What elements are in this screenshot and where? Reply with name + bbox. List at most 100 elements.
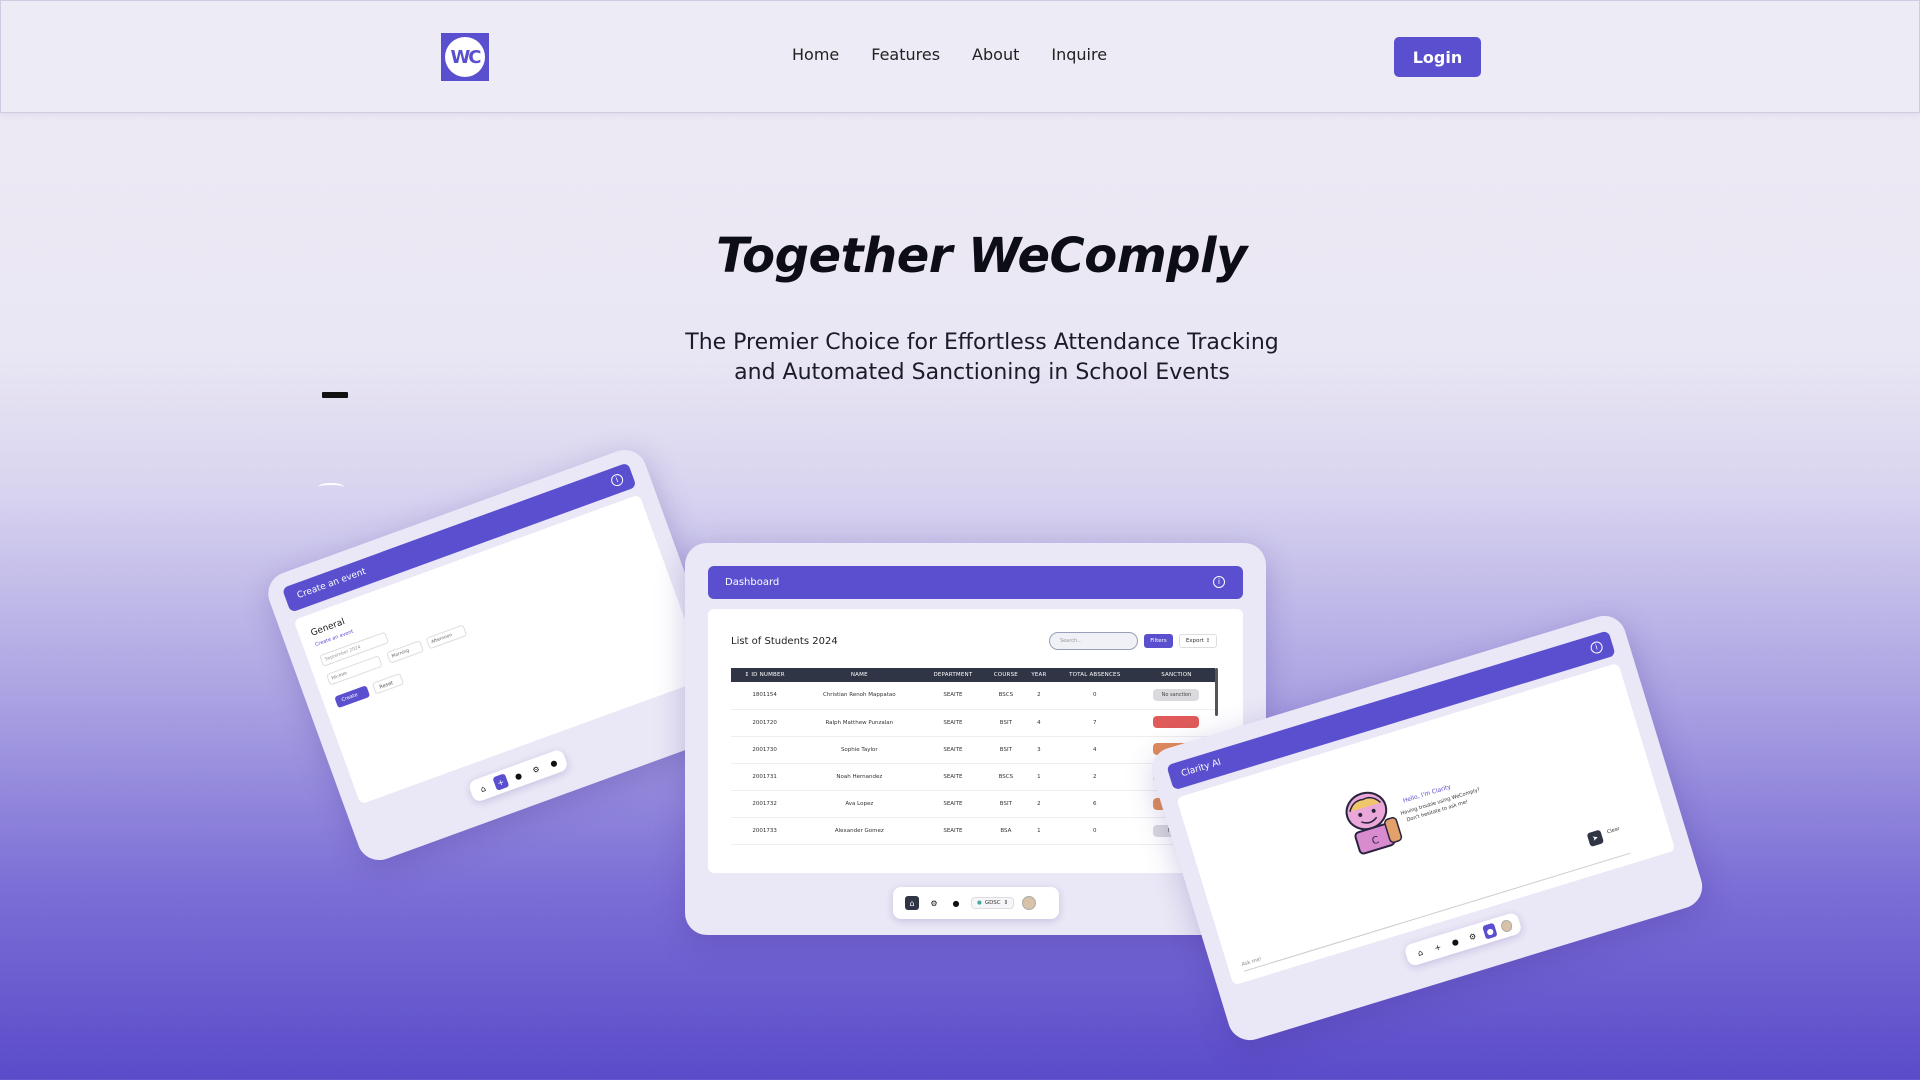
gear-icon[interactable]: ⚙ xyxy=(927,896,941,910)
search-input[interactable]: Search... xyxy=(1049,632,1138,650)
org-selector[interactable]: ● GDSC ⇕ xyxy=(971,897,1015,909)
table-cell-id: 2001732 xyxy=(731,790,799,818)
home-icon[interactable]: ⌂ xyxy=(905,896,919,910)
login-button[interactable]: Login xyxy=(1394,37,1481,77)
org-icon: ● xyxy=(977,900,982,906)
nav-links: Home Features About Inquire xyxy=(792,45,1107,64)
table-cell-year: 2 xyxy=(1026,682,1052,710)
nav-link-inquire[interactable]: Inquire xyxy=(1051,45,1107,64)
table-row[interactable]: 2001720 Ralph Matthew Punzalan SEAITE BSIT 4… xyxy=(731,709,1215,737)
table-cell-course: BSCS xyxy=(985,682,1027,710)
table-cell-course: BSIT xyxy=(985,736,1027,764)
table-cell-absences: 0 xyxy=(1051,817,1138,845)
dashboard-header: Dashboard i xyxy=(708,566,1243,599)
table-cell-name: Ava Lopez xyxy=(798,790,921,818)
table-cell-dept: SEAITE xyxy=(920,763,986,791)
table-row[interactable]: 2001733Alexander GomezSEAITEBSA10No san xyxy=(731,817,1215,845)
org-label: GDSC xyxy=(984,900,1001,906)
column-header[interactable]: ↕ ID NUMBER xyxy=(731,668,799,682)
students-table: ↕ ID NUMBER NAME DEPARTMENT COURSE YEAR … xyxy=(731,668,1215,845)
export-button[interactable]: Export ⇪ xyxy=(1179,634,1217,648)
morning-chip[interactable]: Morning xyxy=(386,640,425,664)
chevron-updown-icon: ⇕ xyxy=(1003,900,1009,906)
table-cell-course: BSCS xyxy=(985,763,1027,791)
table-row[interactable]: 2001730 Sophie Taylor SEAITE BSIT 3 4 xyxy=(731,736,1215,764)
afternoon-chip[interactable]: Afternoon xyxy=(425,624,468,650)
add-icon[interactable]: + xyxy=(492,773,510,791)
table-cell-sanction xyxy=(1137,709,1215,737)
users-icon[interactable]: ● xyxy=(1447,933,1463,950)
gear-icon[interactable]: ⚙ xyxy=(528,761,545,779)
table-cell-course: BSIT xyxy=(985,709,1027,737)
info-icon[interactable]: i xyxy=(609,472,625,488)
table-cell-id: 2001720 xyxy=(731,709,799,737)
avatar[interactable] xyxy=(1022,896,1037,910)
column-header[interactable]: NAME xyxy=(798,668,921,682)
gear-icon[interactable]: ⚙ xyxy=(1465,928,1481,945)
export-icon: ⇪ xyxy=(1205,638,1211,644)
table-cell-sanction: No sanction xyxy=(1137,682,1215,710)
sanction-badge[interactable]: No sanction xyxy=(1153,689,1200,702)
students-table-wrap: ↕ ID NUMBER NAME DEPARTMENT COURSE YEAR … xyxy=(731,668,1221,868)
sanction-badge[interactable] xyxy=(1153,715,1200,728)
add-icon[interactable]: + xyxy=(1430,939,1446,956)
column-header[interactable]: DEPARTMENT xyxy=(920,668,986,682)
users-icon[interactable]: ● xyxy=(510,767,527,785)
students-table-body: 1801154 Christian Renoh Mappatao SEAITE BSC… xyxy=(731,682,1215,845)
navbar: WC Home Features About Inquire Login xyxy=(0,0,1920,113)
table-cell-id: 2001731 xyxy=(731,763,799,791)
home-icon[interactable]: ⌂ xyxy=(1412,944,1428,961)
reset-button[interactable]: Reset xyxy=(371,672,405,695)
table-cell-absences: 2 xyxy=(1051,763,1138,791)
avatar[interactable] xyxy=(1499,918,1514,934)
table-cell-year: 1 xyxy=(1026,763,1052,791)
table-cell-absences: 6 xyxy=(1051,790,1138,818)
hero-subtitle-line2: and Automated Sanctioning in School Even… xyxy=(734,360,1230,385)
chat-icon[interactable]: ● xyxy=(1482,922,1498,940)
clarity-title: Clarity AI xyxy=(1180,757,1223,780)
table-cell-id: 2001730 xyxy=(731,736,799,764)
students-list-title: List of Students 2024 xyxy=(731,636,838,647)
table-cell-absences: 0 xyxy=(1051,682,1138,710)
nav-link-home[interactable]: Home xyxy=(792,45,839,64)
column-header[interactable]: TOTAL ABSENCES xyxy=(1051,668,1138,682)
stray-curve xyxy=(318,483,344,491)
table-cell-dept: SEAITE xyxy=(920,736,986,764)
clarity-mascot: C xyxy=(1334,784,1407,863)
table-row[interactable]: 2001732Ava LopezSEAITEBSIT26Cou xyxy=(731,790,1215,818)
chat-icon[interactable]: ● xyxy=(949,896,963,910)
home-icon[interactable]: ⌂ xyxy=(475,780,492,798)
stray-mark xyxy=(322,392,348,398)
table-cell-course: BSA xyxy=(985,817,1027,845)
info-icon[interactable]: i xyxy=(1589,640,1605,656)
table-cell-absences: 7 xyxy=(1051,709,1138,737)
table-cell-id: 2001733 xyxy=(731,817,799,845)
table-cell-name: Christian Renoh Mappatao xyxy=(798,682,921,710)
nav-link-features[interactable]: Features xyxy=(871,45,940,64)
create-button[interactable]: Create xyxy=(334,685,371,709)
table-cell-name: Noah Hernandez xyxy=(798,763,921,791)
students-panel: List of Students 2024 Search... Filters … xyxy=(708,609,1243,873)
filters-button[interactable]: Filters xyxy=(1144,634,1173,648)
table-row[interactable]: 2001731 Noah Hernandez SEAITE BSCS 1 2 xyxy=(731,763,1215,791)
table-header-row: ↕ ID NUMBER NAME DEPARTMENT COURSE YEAR … xyxy=(731,668,1215,682)
robot-mascot-icon: C xyxy=(1345,791,1403,855)
column-header[interactable]: SANCTION xyxy=(1137,668,1215,682)
logo-circle: WC xyxy=(445,37,485,77)
wecomply-logo[interactable]: WC xyxy=(441,33,489,81)
column-header[interactable]: COURSE xyxy=(985,668,1027,682)
table-row[interactable]: 1801154 Christian Renoh Mappatao SEAITE BSC… xyxy=(731,682,1215,710)
send-icon[interactable]: ➤ xyxy=(1586,829,1605,847)
column-header[interactable]: YEAR xyxy=(1026,668,1052,682)
hero-subtitle: The Premier Choice for Effortless Attend… xyxy=(660,328,1304,388)
table-cell-year: 1 xyxy=(1026,817,1052,845)
table-cell-name: Ralph Matthew Punzalan xyxy=(798,709,921,737)
table-scrollbar[interactable] xyxy=(1215,668,1218,716)
clear-button[interactable]: Clear xyxy=(1606,826,1620,836)
table-cell-name: Sophie Taylor xyxy=(798,736,921,764)
create-event-panel: General Create an event September 2024 h… xyxy=(293,494,707,805)
info-icon[interactable]: i xyxy=(1213,576,1225,588)
table-cell-course: BSIT xyxy=(985,790,1027,818)
nav-link-about[interactable]: About xyxy=(972,45,1019,64)
chat-icon[interactable]: ● xyxy=(545,754,562,772)
